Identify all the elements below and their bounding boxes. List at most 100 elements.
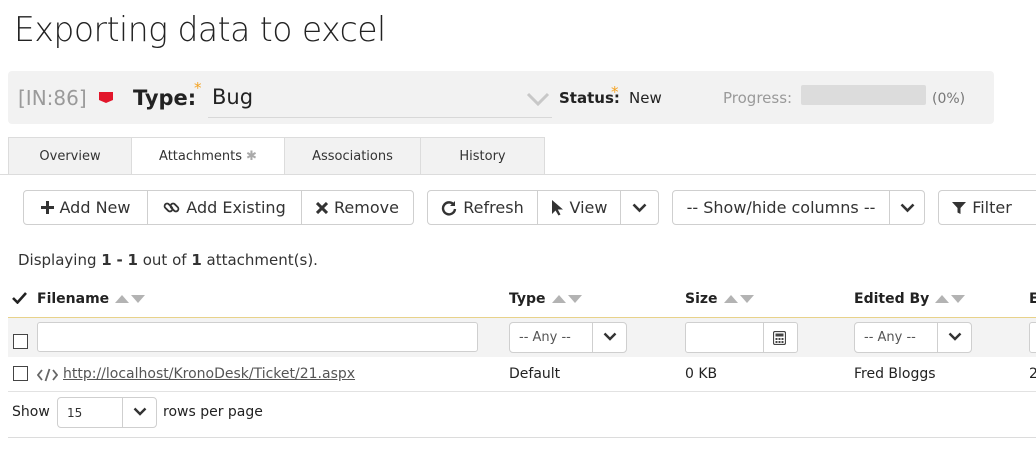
remove-button[interactable]: Remove <box>302 191 413 224</box>
chevron-down-icon <box>632 203 647 212</box>
cursor-icon <box>551 200 563 216</box>
status-value[interactable]: New <box>629 89 662 107</box>
filter-actions: Filter <box>938 190 1036 225</box>
view-dropdown-toggle[interactable] <box>621 191 658 224</box>
filter-label: Filter <box>972 198 1012 217</box>
type-filter-value: -- Any -- <box>519 330 571 345</box>
column-header-type[interactable]: Type <box>509 291 582 307</box>
row-size: 0 KB <box>685 366 718 382</box>
sort-icon[interactable] <box>935 294 966 304</box>
tab-overview[interactable]: Overview <box>8 137 132 174</box>
show-label: Show <box>12 404 50 420</box>
calculator-icon[interactable] <box>773 331 786 345</box>
display-prefix: Displaying <box>18 251 97 269</box>
tab-label: Overview <box>39 149 101 164</box>
chevron-down-icon <box>133 407 147 416</box>
type-required-star: * <box>194 79 202 97</box>
row-divider <box>8 391 1036 392</box>
attachment-actions: Add New Add Existing Remove <box>23 190 414 225</box>
type-select[interactable]: Bug <box>208 81 552 118</box>
tab-associations[interactable]: Associations <box>284 137 421 174</box>
chevron-down-icon <box>526 92 550 107</box>
row-checkbox[interactable] <box>13 366 28 381</box>
view-label: View <box>569 198 608 217</box>
display-out-of: out of <box>142 251 187 269</box>
select-all-check-icon[interactable] <box>12 291 27 304</box>
flag-icon <box>99 92 113 103</box>
extra-filter-input[interactable] <box>1029 322 1036 353</box>
display-suffix: attachment(s). <box>206 251 318 269</box>
attachment-link[interactable]: http://localhost/KronoDesk/Ticket/21.asp… <box>63 366 355 382</box>
view-actions: Refresh View <box>427 190 659 225</box>
show-hide-columns-toggle[interactable] <box>890 191 924 224</box>
footer-divider <box>8 437 1036 438</box>
chevron-down-icon <box>948 332 962 341</box>
display-from: 1 <box>101 251 112 269</box>
chevron-down-icon <box>900 203 914 212</box>
view-button[interactable]: View <box>538 191 621 224</box>
show-hide-columns-select[interactable]: -- Show/hide columns -- <box>672 190 925 225</box>
code-icon <box>37 368 58 382</box>
ticket-header-bar: [IN:86] Type: * Bug Status: * New Progre… <box>8 71 994 124</box>
tab-attachments[interactable]: Attachments ✱ <box>131 137 285 175</box>
refresh-icon <box>442 200 457 215</box>
sort-icon[interactable] <box>551 294 582 304</box>
row-type: Default <box>509 366 561 382</box>
add-new-button[interactable]: Add New <box>24 191 148 224</box>
display-dash: - <box>116 251 123 269</box>
sort-icon[interactable] <box>723 294 754 304</box>
refresh-button[interactable]: Refresh <box>428 191 538 224</box>
add-existing-button[interactable]: Add Existing <box>148 191 302 224</box>
display-count: Displaying 1 - 1 out of 1 attachment(s). <box>18 251 318 269</box>
refresh-label: Refresh <box>463 198 524 217</box>
column-header-label: Filename <box>37 291 110 307</box>
display-to: 1 <box>127 251 138 269</box>
column-header-label: Edited By <box>854 291 930 307</box>
type-value: Bug <box>212 85 254 109</box>
tab-label: Associations <box>312 149 393 164</box>
edited-by-filter-select[interactable]: -- Any -- <box>854 322 972 353</box>
page-title: Exporting data to excel <box>14 10 386 50</box>
add-new-label: Add New <box>59 198 131 217</box>
row-edited-by: Fred Bloggs <box>854 366 936 382</box>
sort-icon[interactable] <box>115 294 146 304</box>
filename-filter-input[interactable] <box>37 322 478 352</box>
remove-label: Remove <box>334 198 399 217</box>
add-existing-label: Add Existing <box>186 198 286 217</box>
rows-per-page-select[interactable]: 15 <box>57 397 157 428</box>
link-icon <box>163 202 180 213</box>
input-divider <box>763 323 764 352</box>
close-icon <box>316 201 329 214</box>
tab-label: History <box>459 149 506 164</box>
type-label: Type: <box>133 86 197 110</box>
filter-row-checkbox[interactable] <box>13 334 28 349</box>
select-divider <box>122 398 123 427</box>
progress-percent: (0%) <box>932 91 966 107</box>
grid-filter-row: -- Any -- -- Any -- <box>8 318 1036 357</box>
select-divider <box>937 323 938 352</box>
status-required-star: * <box>611 83 619 101</box>
progress-bar <box>801 85 926 105</box>
column-header-size[interactable]: Size <box>685 291 754 307</box>
filter-icon <box>952 201 967 214</box>
column-header-filename[interactable]: Filename <box>37 291 146 307</box>
select-divider <box>592 323 593 352</box>
tab-history[interactable]: History <box>420 137 545 174</box>
row-extra: 2 <box>1029 366 1036 382</box>
type-filter-select[interactable]: -- Any -- <box>509 322 627 353</box>
rows-per-page-label: rows per page <box>163 404 263 420</box>
edited-by-filter-value: -- Any -- <box>864 330 916 345</box>
display-total: 1 <box>191 251 202 269</box>
rows-per-page-value: 15 <box>67 406 83 420</box>
plus-icon <box>40 201 54 214</box>
tab-label: Attachments <box>159 149 243 164</box>
column-header-edited-by[interactable]: Edited By <box>854 291 966 307</box>
filter-button[interactable]: Filter <box>939 191 1025 224</box>
show-hide-columns-label: -- Show/hide columns -- <box>686 198 876 217</box>
progress-label: Progress: <box>723 89 793 107</box>
column-header-label: Type <box>509 291 546 307</box>
size-filter-input[interactable] <box>685 322 798 353</box>
asterisk-icon: ✱ <box>246 149 257 164</box>
ticket-id: [IN:86] <box>18 86 87 110</box>
column-header-extra[interactable]: E <box>1029 291 1036 307</box>
